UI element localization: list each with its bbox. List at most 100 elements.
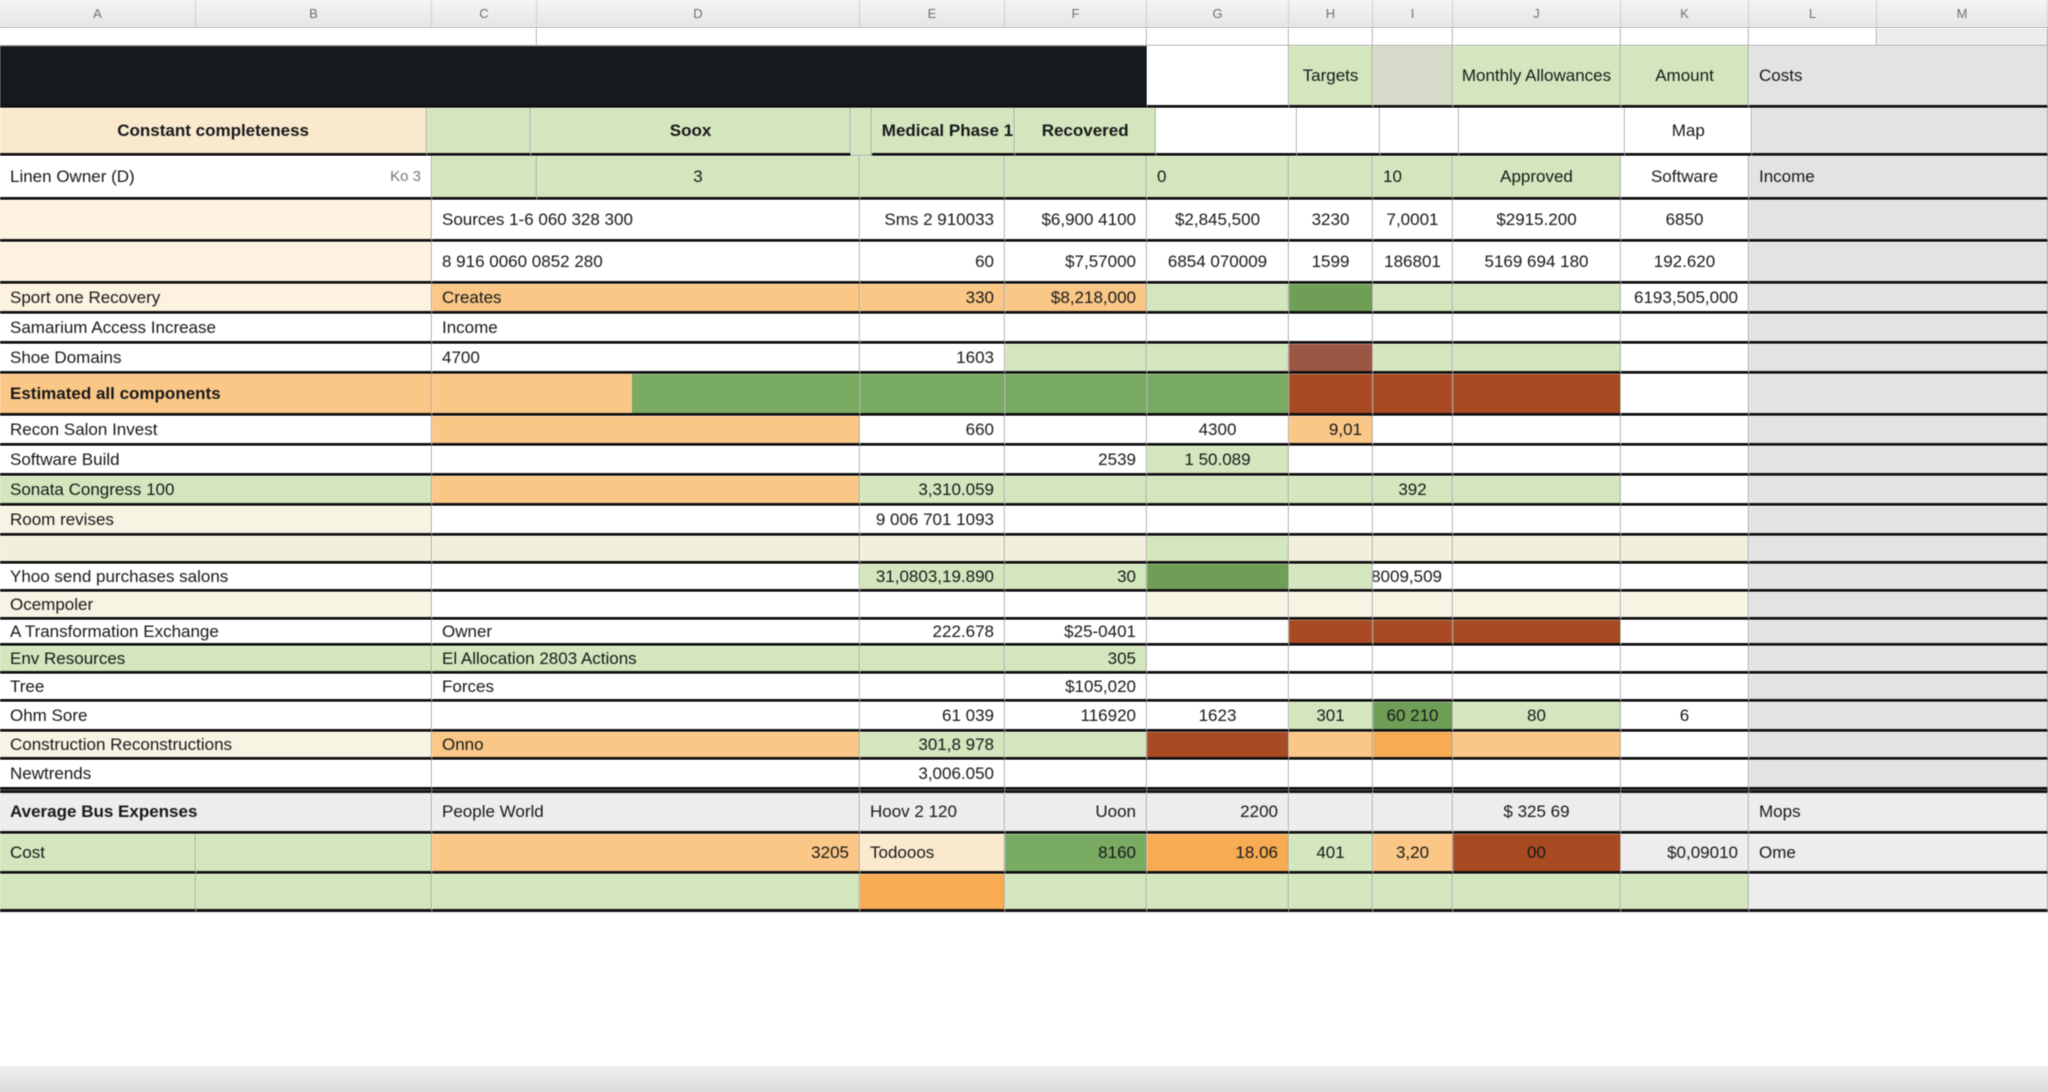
row-cell[interactable]	[432, 760, 860, 790]
subheader-medical-phase[interactable]: Medical Phase 1	[871, 108, 1016, 156]
row-cell[interactable]	[1289, 344, 1373, 374]
spacer-cell[interactable]	[1877, 28, 2048, 46]
spacer-cell[interactable]	[1453, 28, 1621, 46]
header-software[interactable]: Software	[1621, 156, 1749, 200]
row-cell[interactable]: 6193,505,000	[1621, 284, 1749, 314]
row-cell[interactable]	[1147, 374, 1289, 416]
column-header-f[interactable]: F	[1005, 0, 1147, 28]
row-cell[interactable]	[1453, 344, 1621, 374]
row-label[interactable]: Software Build	[0, 446, 432, 476]
row-cell[interactable]	[1289, 314, 1373, 344]
row-cell[interactable]	[860, 314, 1005, 344]
row-cell[interactable]: $105,020	[1005, 674, 1147, 702]
row-cell[interactable]	[1373, 506, 1453, 536]
row-cell[interactable]	[1289, 506, 1373, 536]
row-cell[interactable]: 6850	[1621, 200, 1749, 242]
row-cell[interactable]	[1453, 620, 1621, 646]
subheader-soox[interactable]: Soox	[531, 108, 851, 156]
subheader-hidden[interactable]	[850, 108, 872, 156]
row-cell[interactable]	[1005, 416, 1147, 446]
row-cell[interactable]	[1005, 592, 1147, 620]
total-row-1[interactable]: Cost 3205 Todooos 8160 18.06 401 3,20 00 $0,0901…	[0, 834, 2048, 874]
row-cell[interactable]: 60	[860, 242, 1005, 284]
column-header-b[interactable]: B	[196, 0, 432, 28]
row-cell[interactable]: 3,310.059	[860, 476, 1005, 506]
row-cell[interactable]	[1621, 536, 1749, 564]
subheader-map[interactable]: Map	[1625, 108, 1753, 156]
row-cell[interactable]: 31,0803,19.890	[860, 564, 1005, 592]
total2-cell[interactable]	[1373, 874, 1453, 912]
subheader-blank-4[interactable]	[1459, 108, 1626, 156]
column-header-g[interactable]: G	[1147, 0, 1289, 28]
row-cell[interactable]	[1373, 284, 1453, 314]
row-cell[interactable]: Onno	[432, 732, 860, 760]
table-row[interactable]: Room revises 9 006 701 1093	[0, 506, 2048, 536]
row-cell[interactable]	[1749, 646, 2048, 674]
row-cell[interactable]: 116920	[1005, 702, 1147, 732]
total1-cell[interactable]: Todooos	[860, 834, 1005, 874]
column-header-d[interactable]: D	[537, 0, 860, 28]
row-cell[interactable]	[1621, 344, 1749, 374]
row-cell[interactable]: 392	[1373, 476, 1453, 506]
row-cell[interactable]	[1453, 284, 1621, 314]
row-cell[interactable]	[1453, 760, 1621, 790]
row-cell[interactable]	[860, 646, 1005, 674]
row-cell[interactable]	[1147, 760, 1289, 790]
row-label[interactable]	[0, 242, 432, 284]
table-row[interactable]: Env Resources El Allocation 2803 Actions 3…	[0, 646, 2048, 674]
row-cell[interactable]	[860, 536, 1005, 564]
row-cell[interactable]	[1147, 732, 1289, 760]
row-cell[interactable]	[1749, 702, 2048, 732]
row-cell[interactable]	[1453, 646, 1621, 674]
table-row[interactable]: Sources 1-6 060 328 300 Sms 2 910033 $6,90…	[0, 200, 2048, 242]
row-cell[interactable]	[1453, 416, 1621, 446]
row-cell[interactable]	[1289, 564, 1373, 592]
spacer-cell[interactable]	[0, 28, 537, 46]
row-cell[interactable]: Sms 2 910033	[860, 200, 1005, 242]
row-cell[interactable]	[1373, 416, 1453, 446]
row-cell[interactable]	[1749, 536, 2048, 564]
row-cell[interactable]: 80	[1453, 702, 1621, 732]
row-cell[interactable]	[432, 536, 860, 564]
row-cell[interactable]	[1147, 536, 1289, 564]
row-cell[interactable]	[1749, 374, 2048, 416]
subheader-spacer[interactable]	[427, 108, 532, 156]
spacer-cell[interactable]	[537, 28, 1147, 46]
row-cell[interactable]: El Allocation 2803 Actions	[432, 646, 860, 674]
row-cell[interactable]	[1453, 592, 1621, 620]
row-cell[interactable]: Creates	[432, 284, 860, 314]
column-header-i[interactable]: I	[1373, 0, 1453, 28]
header-linen-owner[interactable]: Linen Owner (D) Ko 3	[0, 156, 432, 200]
row-cell[interactable]: 1623	[1147, 702, 1289, 732]
row-cell[interactable]: 222.678	[860, 620, 1005, 646]
row-cell[interactable]	[1373, 646, 1453, 674]
row-cell[interactable]: 9,01	[1289, 416, 1373, 446]
summary-cell[interactable]: $ 325 69	[1453, 790, 1621, 834]
row-cell[interactable]: Income	[432, 314, 860, 344]
row-cell[interactable]: 3,006.050	[860, 760, 1005, 790]
row-cell[interactable]: 60 210	[1373, 702, 1453, 732]
row-cell[interactable]	[1147, 476, 1289, 506]
row-cell[interactable]	[1147, 344, 1289, 374]
row-cell[interactable]	[1005, 476, 1147, 506]
row-cell[interactable]	[1005, 536, 1147, 564]
row-label[interactable]: Room revises	[0, 506, 432, 536]
table-row[interactable]: Yhoo send purchases salons 31,0803,19.890…	[0, 564, 2048, 592]
row-cell[interactable]	[432, 446, 860, 476]
column-header-h[interactable]: H	[1289, 0, 1373, 28]
total1-cell[interactable]: 00	[1453, 834, 1621, 874]
row-cell[interactable]: 1603	[860, 344, 1005, 374]
row-cell[interactable]	[1453, 674, 1621, 702]
row-cell[interactable]	[1289, 476, 1373, 506]
spacer-cell[interactable]	[1749, 28, 1877, 46]
row-cell[interactable]	[1749, 592, 2048, 620]
row-cell[interactable]	[1621, 732, 1749, 760]
total1-label[interactable]: Cost	[0, 834, 196, 874]
summary-cell[interactable]	[1373, 790, 1453, 834]
row-cell[interactable]	[1621, 564, 1749, 592]
row-cell[interactable]	[1749, 200, 2048, 242]
row-cell[interactable]	[1621, 646, 1749, 674]
header-ten[interactable]: 10	[1373, 156, 1453, 200]
row-cell[interactable]	[1289, 646, 1373, 674]
row-cell[interactable]	[1621, 620, 1749, 646]
